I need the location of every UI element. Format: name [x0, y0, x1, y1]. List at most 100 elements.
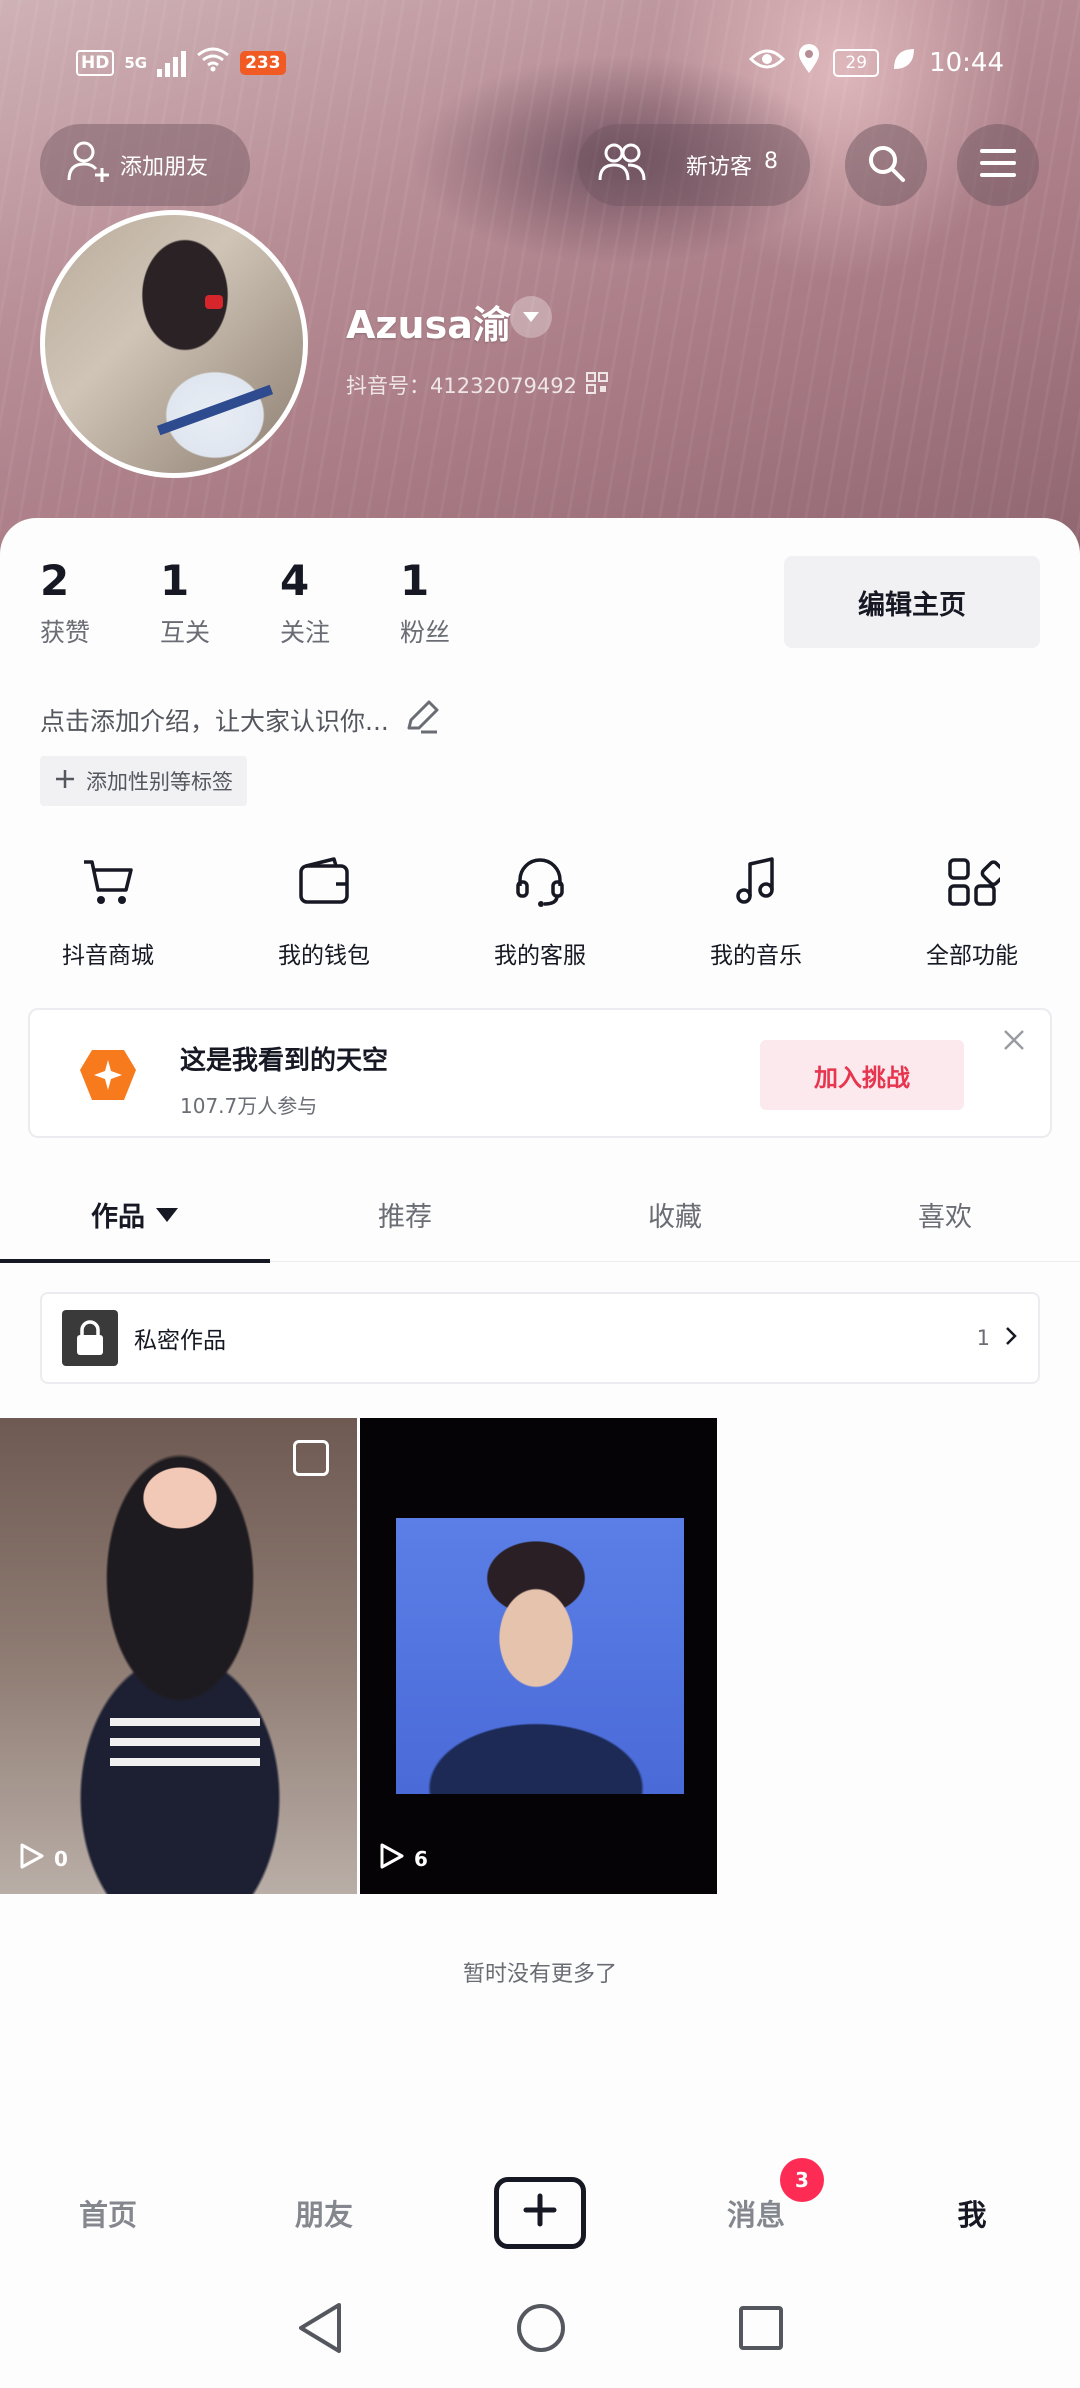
search-button[interactable] — [845, 124, 927, 206]
edit-profile-button[interactable]: 编辑主页 — [784, 556, 1040, 648]
feature-label: 我的钱包 — [278, 943, 370, 969]
nav-messages-label: 消息 — [726, 2198, 785, 2232]
video-thumbnail[interactable]: 6 — [360, 1418, 717, 1894]
feature-all-functions[interactable]: 全部功能 — [894, 854, 1050, 970]
join-challenge-button[interactable]: 加入挑战 — [760, 1040, 964, 1110]
stat-value: 2 — [40, 556, 70, 605]
feature-label: 我的客服 — [494, 943, 586, 969]
tab-works[interactable]: 作品 — [0, 1166, 270, 1263]
play-icon — [376, 1841, 406, 1876]
location-icon — [797, 44, 821, 81]
challenge-title: 这是我看到的天空 — [180, 1046, 389, 1076]
add-friend-label: 添加朋友 — [120, 155, 209, 180]
battery-indicator: 29 — [833, 48, 880, 77]
stat-mutual[interactable]: 1 互关 — [160, 556, 280, 649]
tab-favorites[interactable]: 收藏 — [540, 1166, 810, 1262]
stat-value: 4 — [280, 556, 310, 605]
bio-placeholder: 点击添加介绍，让大家认识你... — [40, 707, 389, 736]
nav-home[interactable]: 首页 — [0, 2192, 216, 2234]
avatar-detail — [205, 295, 223, 309]
avatar-detail — [156, 384, 274, 436]
douyin-id[interactable]: 抖音号：41232079492 — [346, 370, 609, 400]
hamburger-menu-icon — [979, 147, 1017, 183]
lock-icon — [62, 1310, 118, 1366]
messages-badge: 3 — [780, 2158, 824, 2202]
home-circle-icon[interactable] — [515, 2302, 567, 2358]
profile-tabs: 作品 推荐 收藏 喜欢 — [0, 1166, 1080, 1263]
challenge-icon — [78, 1046, 138, 1104]
challenge-participants: 107.7万人参与 — [180, 1094, 318, 1118]
profile-stats: 2 获赞 1 互关 4 关注 1 粉丝 — [40, 556, 520, 649]
back-triangle-icon[interactable] — [295, 2301, 345, 2359]
headset-icon — [512, 854, 568, 914]
stat-followers[interactable]: 1 粉丝 — [400, 556, 520, 649]
leaf-icon — [891, 46, 917, 79]
tab-recommended[interactable]: 推荐 — [270, 1166, 540, 1262]
private-works-label: 私密作品 — [134, 1328, 226, 1354]
add-tags-label: 添加性别等标签 — [86, 770, 233, 794]
search-icon — [865, 142, 907, 188]
feature-customer-service[interactable]: 我的客服 — [462, 854, 618, 970]
username[interactable]: Azusa渝 — [346, 294, 511, 349]
profile-screen: HD 5G 233 29 10:44 添加朋友 新访客 8 Azusa渝 抖音号… — [0, 0, 1080, 2388]
create-button[interactable] — [494, 2177, 586, 2249]
no-more-text: 暂时没有更多了 — [462, 1962, 617, 1987]
feature-music[interactable]: 我的音乐 — [678, 854, 834, 970]
close-icon[interactable] — [996, 1022, 1032, 1058]
stat-label: 粉丝 — [400, 618, 451, 647]
nav-create[interactable] — [432, 2177, 648, 2249]
network-type: 5G — [124, 53, 148, 72]
bottom-nav: 首页 朋友 消息 3 我 — [0, 2158, 1080, 2268]
plus-icon — [522, 2192, 558, 2235]
plus-icon — [54, 768, 76, 795]
avatar[interactable] — [40, 210, 308, 478]
feature-label: 我的音乐 — [710, 943, 802, 969]
cart-icon — [80, 854, 136, 914]
nav-friends[interactable]: 朋友 — [216, 2192, 432, 2234]
feature-label: 抖音商城 — [62, 943, 154, 969]
video-thumbnail[interactable]: 0 — [0, 1418, 357, 1894]
tab-label: 作品 — [91, 1201, 145, 1233]
thumbnail-detail — [110, 1718, 260, 1778]
stat-likes[interactable]: 2 获赞 — [40, 556, 160, 649]
visitors-icon — [598, 142, 646, 188]
triangle-down-icon — [155, 1199, 179, 1230]
new-visitors-label: 新访客 — [686, 155, 753, 180]
private-works-row[interactable]: 私密作品 1 — [40, 1292, 1040, 1384]
signal-icon — [157, 49, 187, 77]
recents-square-icon[interactable] — [737, 2304, 785, 2356]
tab-label: 推荐 — [378, 1201, 432, 1233]
new-visitors-count: 8 — [764, 149, 779, 174]
play-count-value: 0 — [54, 1846, 68, 1871]
douyin-id-text: 抖音号：41232079492 — [346, 374, 577, 398]
feature-mall[interactable]: 抖音商城 — [30, 854, 186, 970]
play-count-value: 6 — [414, 1846, 428, 1871]
play-count: 6 — [376, 1841, 428, 1876]
nav-messages[interactable]: 消息 3 — [648, 2158, 864, 2234]
nav-me[interactable]: 我 — [864, 2192, 1080, 2234]
stat-value: 1 — [400, 556, 430, 605]
stat-label: 关注 — [280, 618, 331, 647]
new-visitors-button[interactable]: 新访客 8 — [578, 124, 810, 206]
feature-wallet[interactable]: 我的钱包 — [246, 854, 402, 970]
stat-label: 互关 — [160, 618, 211, 647]
bio-add-intro[interactable]: 点击添加介绍，让大家认识你... — [40, 698, 441, 742]
feature-shortcuts: 抖音商城 我的钱包 我的客服 我的音乐 全部功能 — [0, 854, 1080, 970]
status-bar: HD 5G 233 29 10:44 — [0, 40, 1080, 90]
tab-label: 收藏 — [648, 1201, 702, 1233]
challenge-card[interactable]: 这是我看到的天空 107.7万人参与 加入挑战 — [28, 1008, 1052, 1138]
eye-icon — [749, 47, 786, 78]
private-works-count: 1 — [976, 1326, 990, 1350]
notification-badge: 233 — [240, 50, 286, 75]
stat-value: 1 — [160, 556, 190, 605]
menu-button[interactable] — [957, 124, 1039, 206]
add-tags-button[interactable]: 添加性别等标签 — [40, 756, 247, 806]
stat-following[interactable]: 4 关注 — [280, 556, 400, 649]
qr-code-icon[interactable] — [585, 371, 609, 400]
music-note-icon — [728, 854, 784, 914]
pencil-icon — [403, 698, 441, 742]
tab-likes[interactable]: 喜欢 — [810, 1166, 1080, 1262]
account-switch-button[interactable] — [510, 296, 552, 338]
add-friend-button[interactable]: 添加朋友 — [40, 124, 250, 206]
stat-label: 获赞 — [40, 618, 91, 647]
